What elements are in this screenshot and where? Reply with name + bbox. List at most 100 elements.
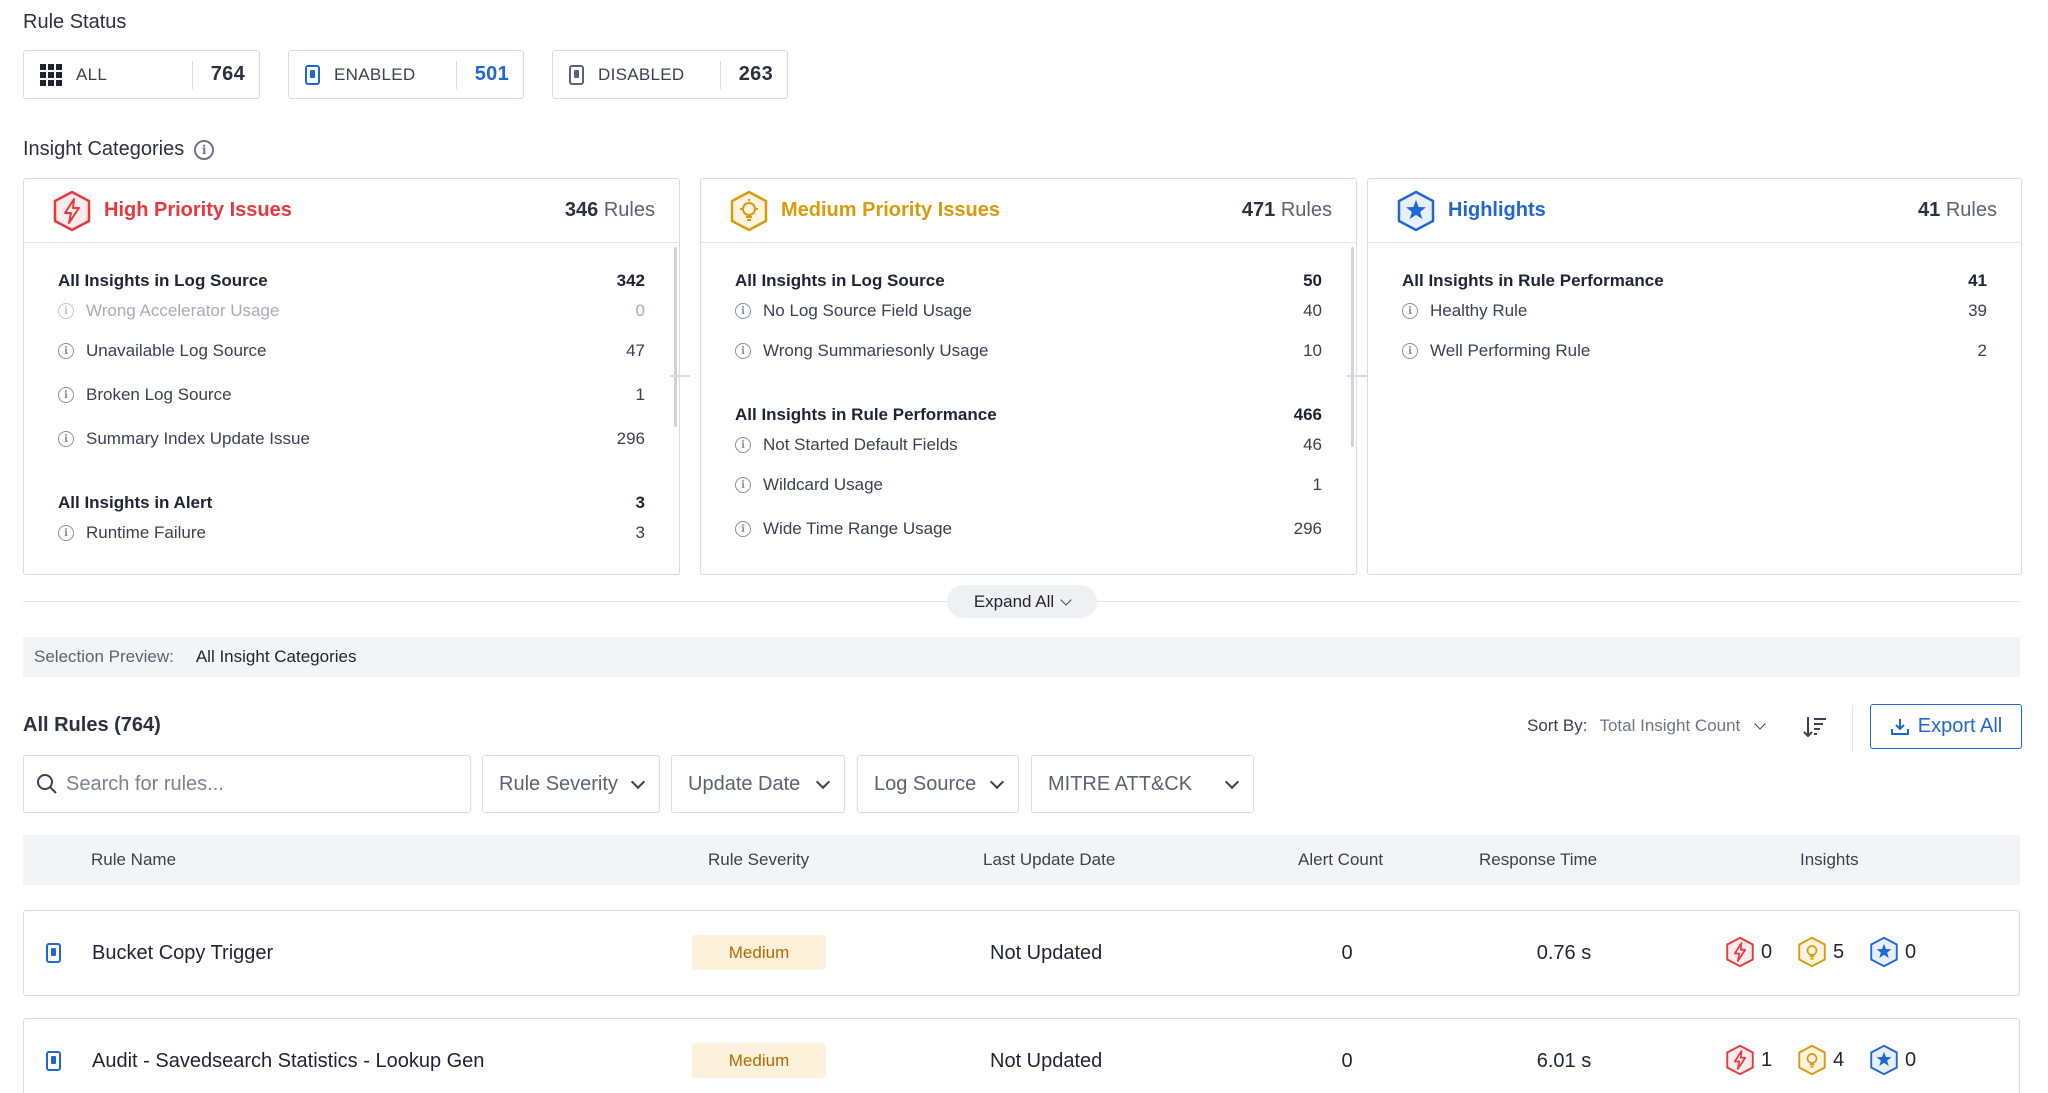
chevron-down-icon — [630, 774, 646, 789]
highlight-insight[interactable]: 0 — [1869, 936, 1916, 968]
rule-name[interactable]: Audit - Savedsearch Statistics - Lookup … — [92, 1050, 484, 1073]
status-disabled-card[interactable]: DISABLED 263 — [552, 50, 788, 99]
high-count: 0 — [1761, 940, 1773, 963]
group-header[interactable]: All Insights in Log Source 50 — [735, 269, 1322, 293]
filter-label: Log Source — [874, 772, 977, 795]
col-response-time[interactable]: Response Time — [1479, 850, 1597, 870]
sort-by-control[interactable]: Sort By: Total Insight Count — [1527, 716, 1766, 736]
filter-rule-severity[interactable]: Rule Severity — [482, 755, 660, 813]
export-all-button[interactable]: Export All — [1870, 704, 2022, 749]
col-last-update-date[interactable]: Last Update Date — [983, 850, 1115, 870]
col-insights[interactable]: Insights — [1800, 850, 1859, 870]
medium-priority-title: Medium Priority Issues — [781, 199, 1000, 221]
medium-priority-insight[interactable]: 4 — [1797, 1044, 1844, 1076]
alert-count: 0 — [1341, 1050, 1353, 1072]
high-priority-count: 346 — [564, 199, 599, 221]
insight-item[interactable]: i Unavailable Log Source 47 — [58, 329, 645, 373]
scrollbar[interactable] — [674, 247, 677, 427]
insight-item[interactable]: i Healthy Rule 39 — [1402, 293, 1987, 329]
table-row[interactable]: Bucket Copy Trigger Medium Not Updated 0… — [23, 910, 2020, 996]
high-priority-icon — [1726, 1044, 1754, 1076]
high-priority-card[interactable]: High Priority Issues 346 Rules All Insig… — [23, 178, 680, 575]
response-time: 6.01 s — [1536, 1050, 1592, 1072]
insight-item[interactable]: i Well Performing Rule 2 — [1402, 329, 1987, 373]
status-disabled-count: 263 — [738, 63, 773, 85]
expand-all-button[interactable]: Expand All — [947, 585, 1097, 618]
lightbulb-icon — [1798, 1044, 1826, 1076]
filter-label: Rule Severity — [499, 772, 618, 795]
star-icon — [1870, 936, 1898, 968]
insight-label: Well Performing Rule — [1430, 341, 1591, 360]
insight-count: 1 — [635, 385, 645, 404]
insight-count: 1 — [1312, 475, 1322, 494]
insight-count: 40 — [1303, 301, 1322, 320]
high-priority-insight[interactable]: 0 — [1725, 936, 1772, 968]
scrollbar[interactable] — [1351, 247, 1354, 447]
col-rule-name[interactable]: Rule Name — [91, 850, 176, 870]
status-all-card[interactable]: ALL 764 — [23, 50, 260, 99]
highlight-count: 0 — [1905, 940, 1917, 963]
group-header[interactable]: All Insights in Log Source 342 — [58, 269, 645, 293]
group-header[interactable]: All Insights in Alert 3 — [58, 491, 645, 515]
download-icon — [1890, 718, 1909, 735]
status-enabled-card[interactable]: ENABLED 501 — [288, 50, 524, 99]
insight-categories-title: Insight Categories i — [23, 138, 215, 161]
info-icon: i — [735, 521, 751, 537]
group-count: 466 — [1293, 405, 1322, 424]
severity-badge: Medium — [692, 1043, 826, 1078]
rule-name[interactable]: Bucket Copy Trigger — [92, 942, 273, 965]
insight-label: Summary Index Update Issue — [86, 429, 310, 448]
group-count: 3 — [635, 493, 645, 512]
response-time: 0.76 s — [1536, 942, 1592, 964]
sort-order-icon[interactable] — [1802, 714, 1828, 740]
group-header[interactable]: All Insights in Rule Performance 466 — [735, 403, 1322, 427]
insight-item[interactable]: i Not Started Default Fields 46 — [735, 427, 1322, 463]
selection-preview-label: Selection Preview: — [34, 647, 174, 666]
insight-item[interactable]: i Runtime Failure 3 — [58, 515, 645, 551]
insight-categories-label: Insight Categories — [23, 138, 185, 160]
last-update-date: Not Updated — [990, 942, 1103, 964]
filter-log-source[interactable]: Log Source — [857, 755, 1019, 813]
insight-label: No Log Source Field Usage — [763, 301, 972, 320]
group-header[interactable]: All Insights in Rule Performance 41 — [1402, 269, 1987, 293]
insight-label: Wildcard Usage — [763, 475, 883, 494]
chevron-down-icon — [1754, 718, 1766, 730]
col-alert-count[interactable]: Alert Count — [1298, 850, 1383, 870]
filter-update-date[interactable]: Update Date — [671, 755, 845, 813]
info-icon[interactable]: i — [194, 139, 215, 160]
highlights-rules-word: Rules — [1945, 199, 1997, 221]
insight-label: Wrong Summariesonly Usage — [763, 341, 989, 360]
info-icon: i — [1402, 343, 1418, 359]
table-row[interactable]: Audit - Savedsearch Statistics - Lookup … — [23, 1018, 2020, 1093]
insight-item[interactable]: i Broken Log Source 1 — [58, 373, 645, 417]
status-all-count: 764 — [210, 63, 245, 85]
insight-item[interactable]: i Summary Index Update Issue 296 — [58, 417, 645, 461]
group-label: All Insights in Rule Performance — [1402, 271, 1664, 290]
insight-item[interactable]: i No Log Source Field Usage 40 — [735, 293, 1322, 329]
enabled-rule-icon — [305, 64, 320, 85]
group-count: 342 — [616, 271, 645, 290]
insight-item[interactable]: i Wide Time Range Usage 296 — [735, 507, 1322, 551]
medium-priority-card[interactable]: Medium Priority Issues 471 Rules All Ins… — [700, 178, 1357, 575]
highlights-card[interactable]: Highlights 41 Rules All Insights in Rule… — [1367, 178, 2022, 575]
medium-priority-insight[interactable]: 5 — [1797, 936, 1844, 968]
chevron-down-icon — [1060, 593, 1072, 606]
info-icon: i — [58, 343, 74, 359]
high-priority-insight[interactable]: 1 — [1725, 1044, 1772, 1076]
search-box[interactable] — [23, 755, 471, 813]
col-rule-severity[interactable]: Rule Severity — [708, 850, 809, 870]
high-priority-rules-word: Rules — [603, 199, 655, 221]
highlights-count: 41 — [1918, 199, 1941, 221]
info-icon: i — [58, 525, 74, 541]
insight-item[interactable]: i Wrong Accelerator Usage 0 — [58, 293, 645, 329]
insight-item[interactable]: i Wrong Summariesonly Usage 10 — [735, 329, 1322, 373]
filter-mitre-attack[interactable]: MITRE ATT&CK — [1031, 755, 1254, 813]
search-input[interactable] — [66, 772, 446, 796]
medium-priority-count: 471 — [1241, 199, 1276, 221]
highlight-insight[interactable]: 0 — [1869, 1044, 1916, 1076]
medium-count: 4 — [1833, 1048, 1845, 1071]
insight-item[interactable]: i Wildcard Usage 1 — [735, 463, 1322, 507]
status-enabled-count: 501 — [474, 63, 509, 85]
filter-label: MITRE ATT&CK — [1048, 772, 1193, 795]
insight-label: Not Started Default Fields — [763, 435, 958, 454]
